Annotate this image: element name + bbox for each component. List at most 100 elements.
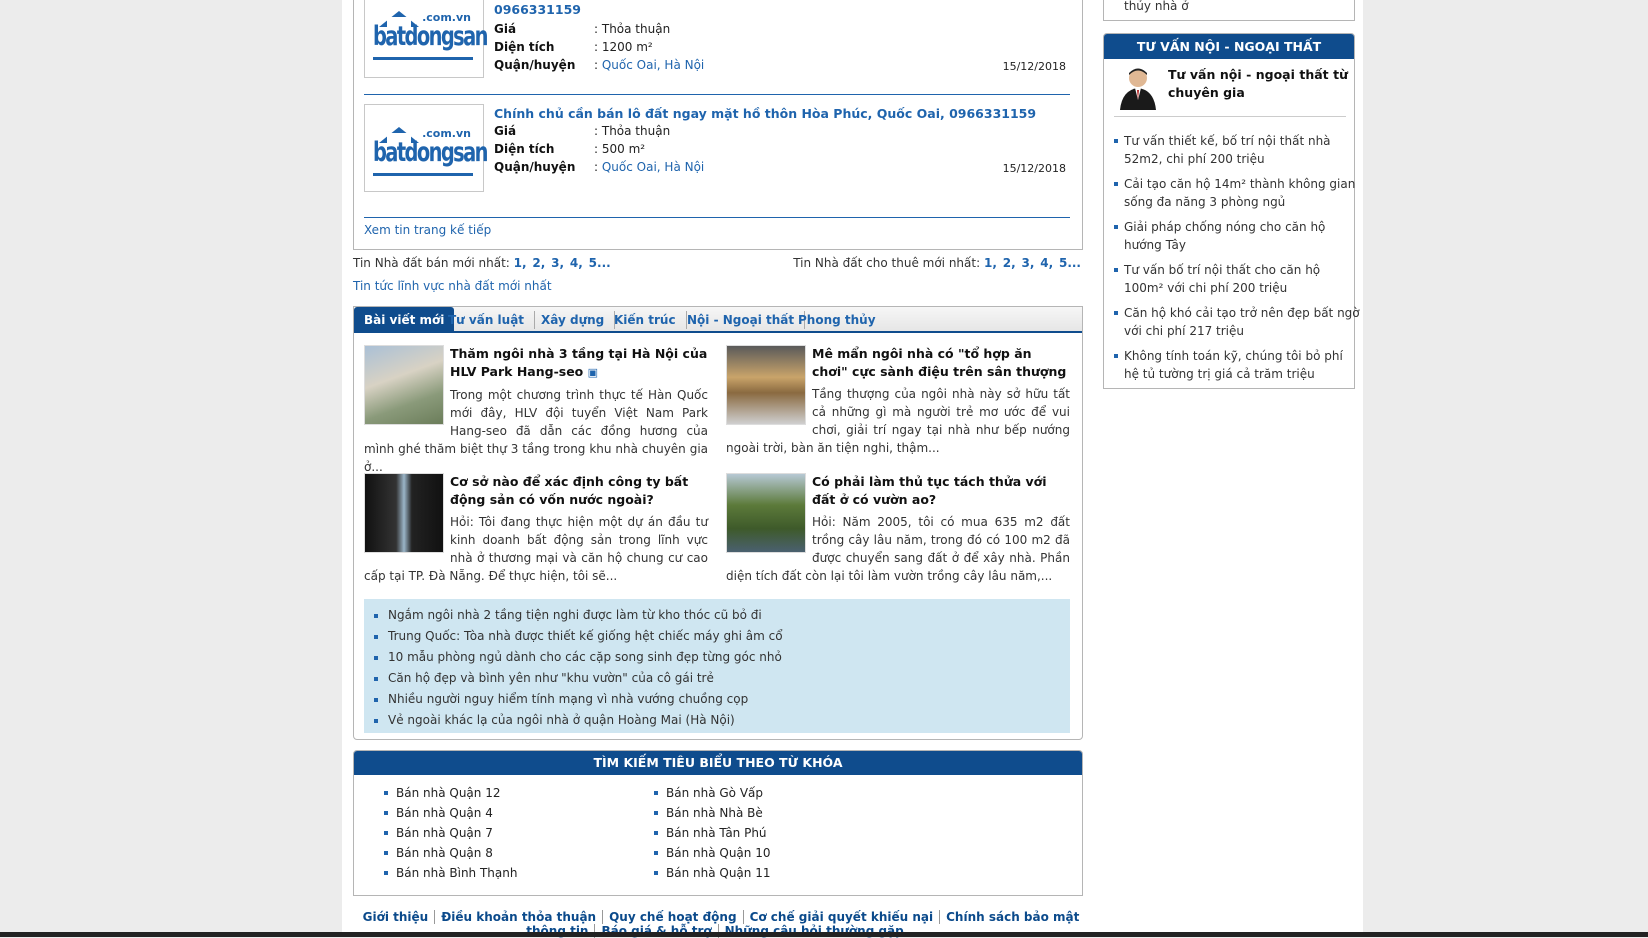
keyword-link[interactable]: Bán nhà Nhà Bè	[654, 803, 914, 823]
keyword-link[interactable]: Bán nhà Quận 4	[384, 803, 644, 823]
rent-page-link[interactable]: 1,	[984, 256, 997, 270]
article-item: Thăm ngôi nhà 3 tầng tại Hà Nội của HLV …	[364, 345, 708, 476]
listing-title[interactable]: Chính chủ cần bán lô đất ngay mặt hồ thô…	[494, 106, 1036, 121]
sale-latest-label: Tin Nhà đất bán mới nhất:	[353, 256, 510, 270]
price-row: Giá: Thỏa thuận	[494, 22, 670, 36]
article-thumbnail[interactable]	[364, 345, 444, 425]
keyword-link[interactable]: Bán nhà Quận 8	[384, 843, 644, 863]
expert-avatar-icon	[1120, 68, 1156, 110]
article-thumbnail[interactable]	[364, 473, 444, 553]
rent-page-link[interactable]: 3,	[1021, 256, 1034, 270]
interior-advice-intro: Tư vấn nội - ngoại thất từ chuyên gia	[1114, 66, 1348, 117]
district-link[interactable]: Quốc Oai, Hà Nội	[602, 58, 704, 72]
listing-item: .com.vn batdongsan 0966331159 Giá: Thỏa …	[364, 0, 1070, 80]
sale-page-link[interactable]: 1,	[514, 256, 527, 270]
article-title[interactable]: Có phải làm thủ tục tách thửa với đất ở …	[812, 474, 1047, 507]
article-item: Mê mẩn ngôi nhà có "tổ hợp ăn chơi" cực …	[726, 345, 1070, 457]
news-tabs-box: Bài viết mới Tư vấn luật Xây dựng Kiến t…	[353, 306, 1083, 740]
tab-interior-exterior[interactable]: Nội - Ngoại thất	[677, 311, 806, 329]
keyword-link[interactable]: Bán nhà Bình Thạnh	[384, 863, 644, 883]
interior-advice-box: TƯ VẤN NỘI - NGOẠI THẤT Tư vấn nội - ngo…	[1103, 33, 1360, 389]
district-prefix: :	[594, 58, 602, 72]
article-title[interactable]: Thăm ngôi nhà 3 tầng tại Hà Nội của HLV …	[450, 346, 707, 379]
sale-page-link[interactable]: 3,	[551, 256, 564, 270]
advice-link[interactable]: Giải pháp chống nóng cho căn hộ hướng Tâ…	[1114, 218, 1360, 254]
advice-link[interactable]: Tư vấn thiết kế, bố trí nội thất nhà 52m…	[1114, 132, 1360, 168]
price-value: : Thỏa thuận	[594, 124, 671, 138]
rent-page-link[interactable]: 5...	[1059, 256, 1081, 270]
keyword-link[interactable]: Bán nhà Quận 7	[384, 823, 644, 843]
tab-legal-advice[interactable]: Tư vấn luật	[438, 311, 536, 329]
footer-link-about[interactable]: Giới thiệu	[363, 910, 429, 924]
sale-latest: Tin Nhà đất bán mới nhất: 1, 2, 3, 4, 5.…	[353, 256, 613, 270]
article-item: Có phải làm thủ tục tách thửa với đất ở …	[726, 473, 1070, 585]
keyword-link[interactable]: Bán nhà Gò Vấp	[654, 783, 914, 803]
listing-separator	[364, 217, 1070, 218]
sale-page-link[interactable]: 2,	[532, 256, 545, 270]
footer-link-complaints[interactable]: Cơ chế giải quyết khiếu nại	[750, 910, 934, 924]
rent-latest-label: Tin Nhà đất cho thuê mới nhất:	[793, 256, 981, 270]
tab-feng-shui[interactable]: Phong thủy	[788, 311, 886, 329]
more-article-link[interactable]: Ngắm ngôi nhà 2 tầng tiện nghi được làm …	[374, 605, 1070, 626]
logo-underline	[373, 173, 473, 176]
keyword-link[interactable]: Bán nhà Quận 10	[654, 843, 914, 863]
district-link[interactable]: Quốc Oai, Hà Nội	[602, 160, 704, 174]
more-articles-list: Ngắm ngôi nhà 2 tầng tiện nghi được làm …	[364, 599, 1070, 733]
sale-page-link[interactable]: 4,	[570, 256, 583, 270]
interior-advice-intro-text: Tư vấn nội - ngoại thất từ chuyên gia	[1168, 67, 1348, 100]
latest-news-link[interactable]: Tin tức lĩnh vực nhà đất mới nhất	[353, 279, 552, 293]
keyword-link[interactable]: Bán nhà Quận 12	[384, 783, 644, 803]
keyword-column: Bán nhà Gò Vấp Bán nhà Nhà Bè Bán nhà Tâ…	[654, 783, 914, 883]
footer-link-regulations[interactable]: Quy chế hoạt động	[609, 910, 736, 924]
interior-advice-list: Tư vấn thiết kế, bố trí nội thất nhà 52m…	[1114, 132, 1360, 390]
sale-page-link[interactable]: 5...	[589, 256, 611, 270]
tab-construction[interactable]: Xây dựng	[531, 311, 616, 329]
listing-box: .com.vn batdongsan 0966331159 Giá : Thỏa …	[353, 0, 1083, 250]
listing-date: 15/12/2018	[1002, 162, 1066, 175]
more-article-link[interactable]: 10 mẫu phòng ngủ dành cho các cặp song s…	[374, 647, 1070, 668]
district-prefix: :	[594, 160, 602, 174]
logo-text: batdongsan	[373, 21, 488, 52]
listing-thumbnail[interactable]: .com.vn batdongsan	[364, 0, 488, 78]
rent-page-link[interactable]: 4,	[1040, 256, 1053, 270]
rent-page-link[interactable]: 2,	[1003, 256, 1016, 270]
tab-strip: Bài viết mới Tư vấn luật Xây dựng Kiến t…	[354, 307, 1082, 333]
price-label: Giá	[494, 124, 517, 138]
bottom-edge-bar	[0, 932, 1648, 937]
area-label: Diện tích	[494, 142, 555, 156]
logo-text: batdongsan	[373, 137, 488, 168]
advice-link[interactable]: Cải tạo căn hộ 14m² thành không gian sốn…	[1114, 175, 1360, 211]
more-article-link[interactable]: Vẻ ngoài khác lạ của ngôi nhà ở quận Hoà…	[374, 710, 1070, 731]
area-value: : 1200 m²	[594, 40, 653, 54]
tab-architecture[interactable]: Kiến trúc	[604, 311, 687, 329]
more-article-link[interactable]: Nhiều người nguy hiểm tính mạng vì nhà v…	[374, 689, 1070, 710]
listing-item: .com.vn batdongsan Chính chủ cần bán lô …	[364, 104, 1070, 196]
advice-link[interactable]: Tư vấn bố trí nội thất cho căn hộ 100m² …	[1114, 261, 1360, 297]
listing-date: 15/12/2018	[1002, 60, 1066, 73]
video-camera-icon: ▣	[587, 366, 599, 379]
right-prev-item[interactable]: thủy nhà ở	[1124, 0, 1189, 13]
more-article-link[interactable]: Trung Quốc: Tòa nhà được thiết kế giống …	[374, 626, 1070, 647]
next-page-link[interactable]: Xem tin trang kế tiếp	[364, 223, 491, 237]
rent-latest: Tin Nhà đất cho thuê mới nhất: 1, 2, 3, …	[793, 256, 1083, 270]
article-thumbnail[interactable]	[726, 345, 806, 425]
article-thumbnail[interactable]	[726, 473, 806, 553]
keyword-link[interactable]: Bán nhà Tân Phú	[654, 823, 914, 843]
listing-thumbnail[interactable]: .com.vn batdongsan	[364, 104, 488, 192]
listing-title[interactable]: 0966331159	[494, 2, 581, 17]
more-article-link[interactable]: Căn hộ đẹp và bình yên như "khu vườn" củ…	[374, 668, 1070, 689]
advice-link[interactable]: Căn hộ khó cải tạo trở nên đẹp bất ngờ v…	[1114, 304, 1360, 340]
article-title[interactable]: Mê mẩn ngôi nhà có "tổ hợp ăn chơi" cực …	[812, 346, 1066, 379]
interior-advice-title: TƯ VẤN NỘI - NGOẠI THẤT	[1104, 34, 1354, 59]
article-title[interactable]: Cơ sở nào để xác định công ty bất động s…	[450, 474, 688, 507]
footer-link-terms[interactable]: Điều khoản thỏa thuận	[441, 910, 596, 924]
area-label: Diện tích	[494, 40, 555, 54]
keyword-link[interactable]: Bán nhà Quận 11	[654, 863, 914, 883]
article-item: Cơ sở nào để xác định công ty bất động s…	[364, 473, 708, 585]
keyword-column: Bán nhà Quận 12 Bán nhà Quận 4 Bán nhà Q…	[384, 783, 644, 883]
right-prev-box: thủy nhà ở	[1103, 0, 1355, 21]
price-row: Giá : Thỏa thuận	[494, 124, 670, 138]
district-row: Quận/huyện: Quốc Oai, Hà Nội	[494, 160, 704, 174]
area-row: Diện tích : 1200 m²	[494, 40, 653, 54]
advice-link[interactable]: Không tính toán kỹ, chúng tôi bỏ phí hệ …	[1114, 347, 1360, 383]
